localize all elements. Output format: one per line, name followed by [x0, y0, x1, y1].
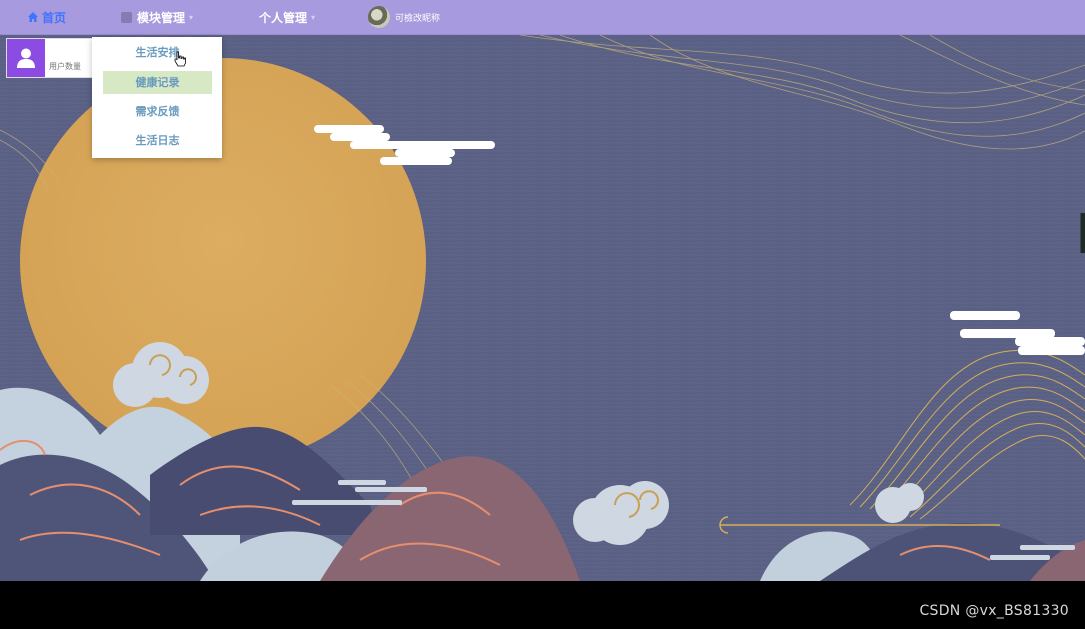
module-dropdown-menu: 生活安排 健康记录 需求反馈 生活日志: [92, 37, 222, 158]
menu-item-demand-feedback[interactable]: 需求反馈: [103, 100, 212, 123]
chevron-down-icon: ▾: [311, 12, 316, 22]
home-icon: [28, 12, 38, 22]
user-icon: [7, 39, 45, 77]
card-label: 用户数量: [49, 62, 81, 71]
nav-module-label: 模块管理: [137, 10, 186, 25]
top-nav: 首页 模块管理 ▾ 个人管理 ▾ 可檢改昵称: [0, 0, 1085, 35]
user-name: 可檢改昵称: [395, 13, 441, 24]
avatar: [368, 6, 390, 28]
nav-personal-label: 个人管理: [259, 10, 308, 25]
chevron-down-icon: ▾: [189, 12, 194, 22]
nav-personal-management[interactable]: 个人管理 ▾: [259, 0, 315, 34]
menu-item-life-schedule[interactable]: 生活安排: [103, 41, 212, 64]
nav-user-profile[interactable]: 可檢改昵称: [368, 0, 440, 34]
scrollbar-handle[interactable]: [1080, 213, 1085, 253]
menu-item-health-records[interactable]: 健康记录: [103, 71, 212, 94]
nav-module-management[interactable]: 模块管理 ▾: [121, 0, 193, 34]
app-window: 首页 模块管理 ▾ 个人管理 ▾ 可檢改昵称 用户数量 生活安排 健康记录 需求…: [0, 0, 1085, 629]
grid-icon: [121, 11, 132, 23]
hand-cursor-icon: [174, 51, 186, 67]
nav-home-label: 首页: [42, 10, 67, 25]
watermark-text: CSDN @vx_BS81330: [919, 603, 1069, 619]
menu-item-life-log[interactable]: 生活日志: [103, 129, 212, 152]
nav-home[interactable]: 首页: [28, 0, 66, 34]
